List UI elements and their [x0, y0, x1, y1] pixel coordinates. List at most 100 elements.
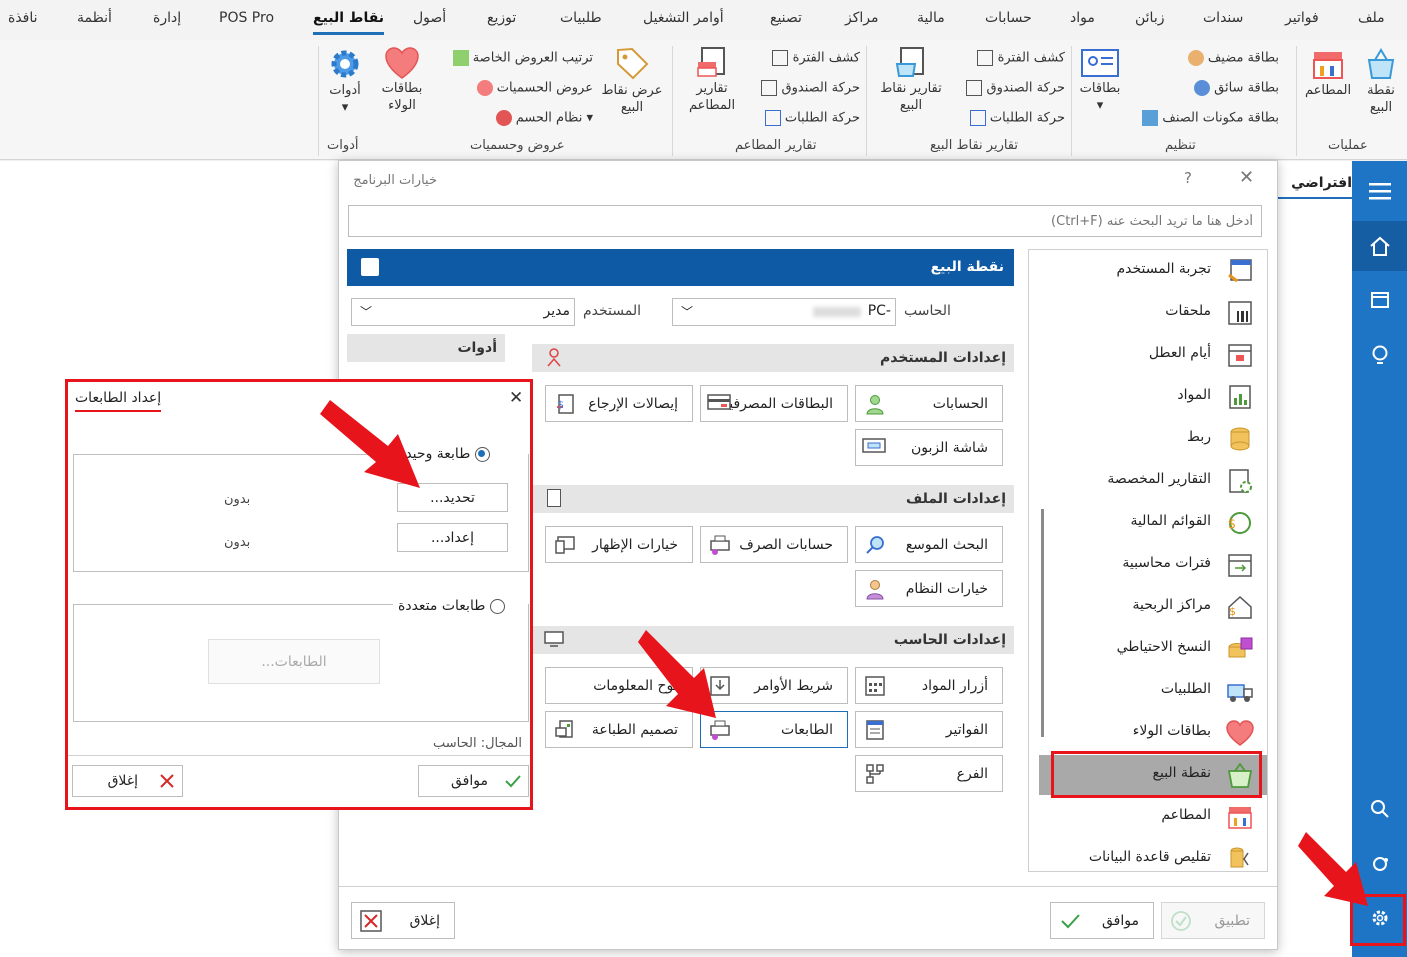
nav-item-orders[interactable]: الطلبيات: [1039, 671, 1267, 711]
system-options-button[interactable]: خيارات النظام: [855, 570, 1003, 607]
printer-dialog-title: إعداد الطابعات: [75, 390, 162, 412]
driver-card-button[interactable]: بطاقة سائق: [1193, 80, 1279, 96]
monitor-icon: [862, 437, 886, 459]
orders-movement2-button[interactable]: حركة الطلبات: [764, 110, 860, 126]
search-icon[interactable]: [1352, 784, 1407, 834]
scope-label: المجال: الحاسب: [433, 736, 522, 751]
nav-item-user-experience[interactable]: تجربة المستخدم: [1039, 251, 1267, 291]
orders-icon: [969, 110, 986, 126]
close-icon[interactable]: ✕: [509, 388, 523, 408]
user-select[interactable]: ﹀ مدير: [351, 298, 575, 326]
lightbulb-icon[interactable]: [1352, 331, 1407, 381]
nav-item-loyalty-cards[interactable]: بطاقات الولاء: [1039, 713, 1267, 753]
home-icon[interactable]: [1352, 221, 1407, 271]
tab-customers[interactable]: زبائن: [1135, 10, 1164, 26]
exchange-accounts-button[interactable]: حسابات الصرف: [700, 526, 848, 563]
special-offers-order-button[interactable]: ترتيب العروض الخاصة: [452, 50, 593, 66]
item-buttons-button[interactable]: أزرار المواد: [855, 667, 1003, 704]
tab-orders[interactable]: طلبيات: [560, 10, 602, 26]
tab-systems[interactable]: أنظمة: [77, 10, 112, 26]
restaurant-reports-button[interactable]: تقارير المطاعم: [678, 46, 746, 114]
tab-centers[interactable]: مراكز: [845, 10, 879, 26]
nav-item-financial-statements[interactable]: القوائم المالية $: [1039, 503, 1267, 543]
nav-item-link[interactable]: ربط: [1039, 419, 1267, 459]
customer-screen-button[interactable]: شاشة الزبون: [855, 429, 1003, 466]
tab-pos[interactable]: نقاط البيع: [313, 10, 385, 35]
printer-gear-icon: [709, 534, 731, 556]
tools-button[interactable]: أدوات ▾: [322, 46, 368, 116]
tab-invoices[interactable]: فواتير: [1285, 10, 1319, 26]
period-statement2-button[interactable]: كشف الفترة: [772, 50, 860, 66]
nav-item-attachments[interactable]: ملحقات: [1039, 293, 1267, 333]
bank-cards-button[interactable]: البطاقات المصرفية: [700, 385, 848, 422]
group-border: [73, 604, 393, 605]
cash-movement2-button[interactable]: حركة الصندوق: [761, 80, 860, 96]
tab-default[interactable]: افتراضي: [1278, 167, 1352, 199]
nav-item-restaurants[interactable]: المطاعم: [1039, 797, 1267, 837]
display-options-button[interactable]: خيارات الإظهار: [545, 526, 693, 563]
pos-basket-button[interactable]: نقطة البيع: [1358, 46, 1404, 116]
return-receipts-button[interactable]: إيصالات الإرجاع $: [545, 385, 693, 422]
display-pos-button[interactable]: عرض نقاط البيع: [596, 46, 668, 116]
guest-card-button[interactable]: بطاقة مضيف: [1187, 50, 1279, 66]
chevron-down-icon: ▾: [586, 110, 593, 126]
close-icon[interactable]: ✕: [1239, 167, 1254, 188]
red-arrow-select-icon: [320, 400, 420, 488]
ok-button[interactable]: موافق: [1050, 902, 1154, 939]
tab-vouchers[interactable]: سندات: [1203, 10, 1243, 26]
materials-chart-icon: [1225, 383, 1255, 411]
tab-materials[interactable]: مواد: [1070, 10, 1095, 26]
chevron-down-icon: ﹀: [681, 305, 694, 319]
tab-window[interactable]: نافذة: [8, 10, 38, 26]
discount-system-button[interactable]: ▾ نظام الحسم: [495, 110, 593, 126]
tab-finance[interactable]: مالية: [917, 10, 945, 26]
section-header: نقطة البيع: [347, 249, 1014, 286]
tab-accounts[interactable]: حسابات: [985, 10, 1032, 26]
hamburger-icon[interactable]: [1352, 166, 1407, 216]
help-icon[interactable]: ?: [1184, 169, 1192, 187]
nav-item-accounting-periods[interactable]: فترات محاسبية: [1039, 545, 1267, 585]
close-icon: [360, 909, 382, 932]
cash-movement-button[interactable]: حركة الصندوق: [966, 80, 1065, 96]
nav-item-holidays[interactable]: أيام العطل: [1039, 335, 1267, 375]
tab-file[interactable]: ملف: [1358, 10, 1385, 26]
invoices-button[interactable]: الفواتير: [855, 711, 1003, 748]
discount-offers-button[interactable]: عروض الحسميات: [476, 80, 593, 96]
tab-manufacturing[interactable]: تصنيع: [770, 10, 802, 26]
branch-button[interactable]: الفرع: [855, 755, 1003, 792]
restaurants-button[interactable]: المطاعم: [1298, 46, 1358, 99]
tab-pos-pro[interactable]: POS Pro: [219, 10, 274, 26]
computer-select[interactable]: ﹀ PC-: [672, 298, 896, 326]
nav-item-shrink-db[interactable]: تقليص قاعدة البيانات: [1039, 839, 1267, 879]
nav-item-custom-reports[interactable]: التقارير المخصصة: [1039, 461, 1267, 501]
printers-list-button[interactable]: الطابعات...: [208, 639, 380, 684]
nav-item-profit-centers[interactable]: مراكز الربحية $: [1039, 587, 1267, 627]
close-button[interactable]: إغلاق: [351, 902, 455, 939]
loyalty-cards-button[interactable]: بطاقات الولاء: [376, 46, 428, 114]
search-input[interactable]: [348, 205, 1262, 237]
statement-icon: [772, 50, 789, 66]
tab-distribution[interactable]: توزيع: [487, 10, 516, 26]
heart-icon: [385, 47, 419, 79]
pos-reports-button[interactable]: تقارير نقاط البيع: [873, 46, 949, 114]
tab-work-orders[interactable]: أوامر التشغيل: [643, 10, 724, 26]
tools-group-label: أدوات: [327, 138, 359, 153]
printer-ok-button[interactable]: موافق: [418, 765, 529, 797]
item-components-card-button[interactable]: بطاقة مكونات الصنف: [1142, 110, 1279, 126]
setup-printer-button[interactable]: إعداد...: [397, 523, 508, 552]
apply-button[interactable]: تطبيق: [1161, 902, 1265, 939]
cards-button[interactable]: بطاقات ▾: [1074, 46, 1126, 114]
periods-icon: [1225, 551, 1255, 579]
extended-search-button[interactable]: البحث الموسع: [855, 526, 1003, 563]
tab-admin[interactable]: إدارة: [153, 10, 181, 26]
accounts-button[interactable]: الحسابات: [855, 385, 1003, 422]
nav-item-materials[interactable]: المواد: [1039, 377, 1267, 417]
ribbon: نقطة البيع المطاعم عمليات بطاقة مضيف بطا…: [0, 40, 1407, 160]
calendar-icon[interactable]: [1352, 274, 1407, 324]
period-statement-button[interactable]: كشف الفترة: [977, 50, 1065, 66]
shrink-database-icon: [1225, 845, 1255, 873]
tab-assets[interactable]: أصول: [413, 10, 446, 26]
orders-movement-button[interactable]: حركة الطلبات: [969, 110, 1065, 126]
nav-item-backup[interactable]: النسخ الاحتياطي: [1039, 629, 1267, 669]
printer-close-button[interactable]: إغلاق: [72, 765, 183, 797]
